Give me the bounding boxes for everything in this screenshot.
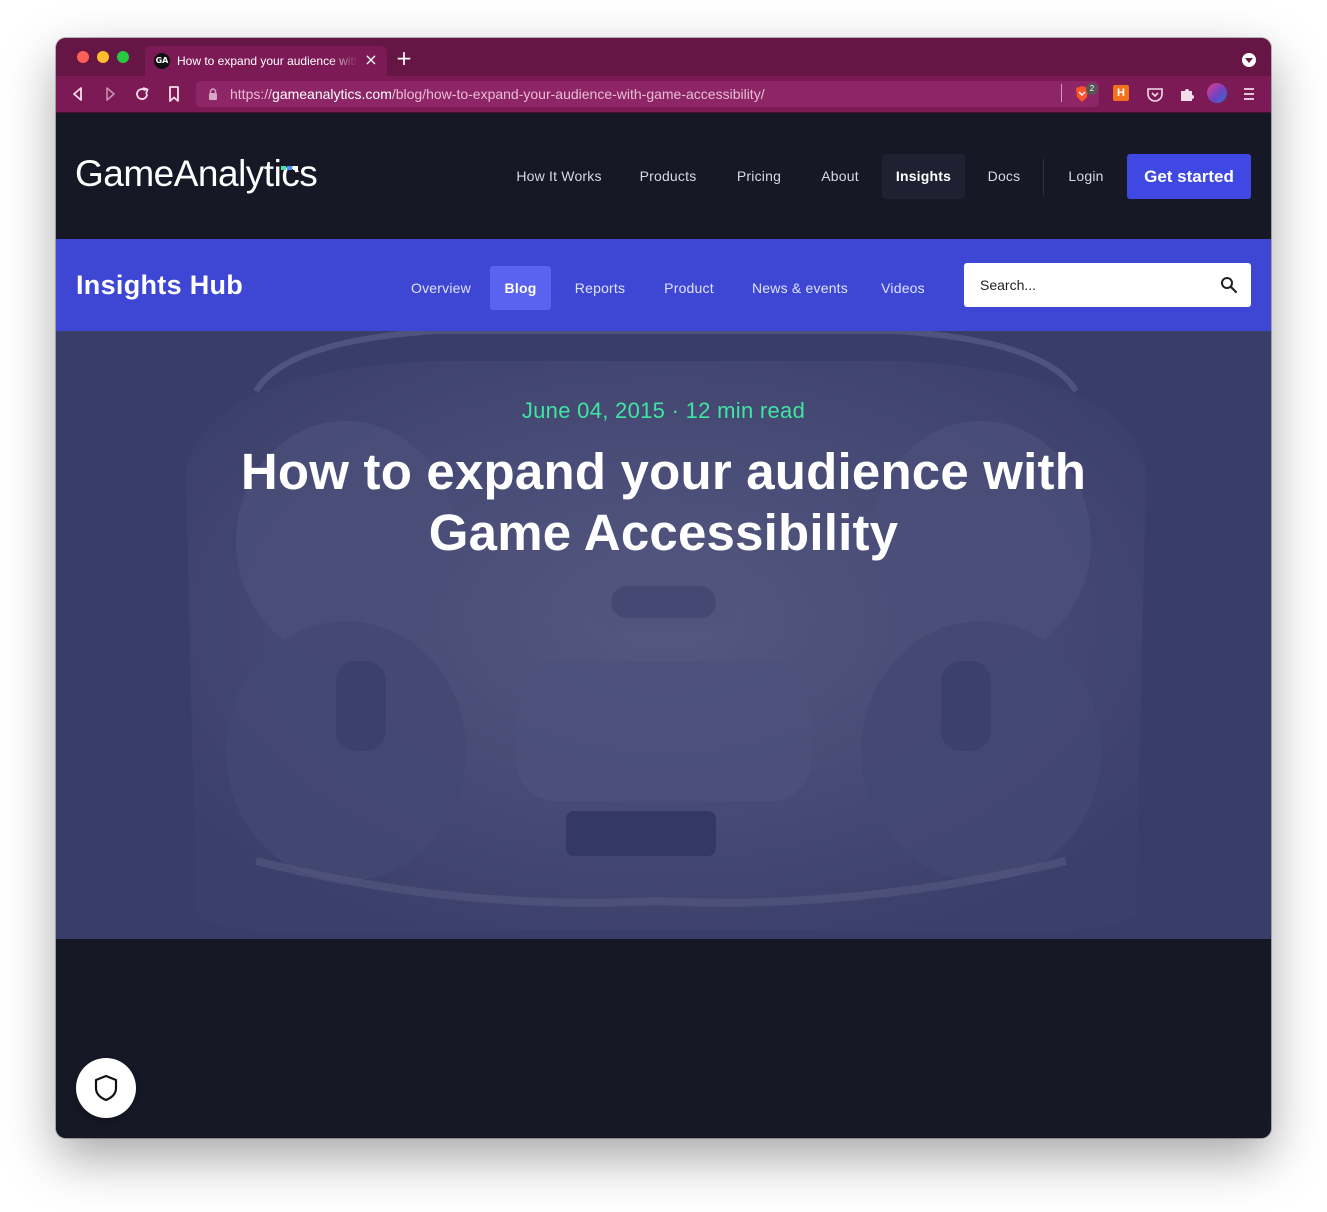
- content-area: [56, 939, 1271, 1138]
- tab-videos[interactable]: Videos: [874, 266, 932, 310]
- reload-icon[interactable]: [132, 84, 152, 104]
- nav-pricing[interactable]: Pricing: [726, 154, 792, 199]
- toolbar-divider: [1061, 84, 1062, 102]
- favicon-icon: GA: [154, 53, 170, 69]
- nav-login[interactable]: Login: [1058, 154, 1114, 199]
- post-meta: June 04, 2015 · 12 min read: [521, 398, 806, 423]
- extensions-icon[interactable]: [1177, 84, 1197, 104]
- nav-divider: [1043, 159, 1044, 195]
- profile-avatar[interactable]: [1207, 83, 1227, 103]
- privacy-settings-button[interactable]: [76, 1058, 136, 1118]
- url-scheme: https://: [230, 86, 273, 102]
- url-host: gameanalytics.com: [272, 86, 392, 102]
- tab-list-dropdown-icon[interactable]: [1242, 53, 1256, 67]
- nav-how-it-works[interactable]: How It Works: [508, 154, 610, 199]
- shields-count-badge: 2: [1086, 83, 1098, 95]
- pocket-icon[interactable]: [1145, 84, 1165, 104]
- insights-hub-title[interactable]: Insights Hub: [76, 270, 243, 301]
- shield-icon: [94, 1074, 118, 1102]
- get-started-button[interactable]: Get started: [1127, 154, 1251, 199]
- address-bar[interactable]: https://gameanalytics.com/blog/how-to-ex…: [196, 81, 1099, 107]
- search-box: [964, 263, 1251, 307]
- insights-bar: Insights Hub Overview Blog Reports Produ…: [56, 239, 1271, 331]
- back-icon[interactable]: [68, 84, 88, 104]
- tab-product[interactable]: Product: [656, 266, 722, 310]
- hero-banner: June 04, 2015 · 12 min read How to expan…: [56, 331, 1271, 939]
- browser-window: GA How to expand your audience with Game…: [56, 38, 1271, 1138]
- search-icon[interactable]: [1220, 276, 1238, 294]
- nav-insights[interactable]: Insights: [882, 154, 965, 199]
- tab-blog[interactable]: Blog: [490, 266, 551, 310]
- tab-news-events[interactable]: News & events: [746, 266, 854, 310]
- new-tab-button[interactable]: +: [395, 48, 413, 68]
- nav-about[interactable]: About: [812, 154, 868, 199]
- nav-products[interactable]: Products: [630, 154, 706, 199]
- maximize-window-button[interactable]: [117, 51, 129, 63]
- nav-docs[interactable]: Docs: [978, 154, 1030, 199]
- search-input[interactable]: [964, 263, 1214, 307]
- url-path: /blog/how-to-expand-your-audience-with-g…: [391, 86, 765, 102]
- lock-icon: [209, 88, 217, 100]
- tab-overview[interactable]: Overview: [405, 266, 477, 310]
- tab-bar: GA How to expand your audience with Game…: [56, 38, 1271, 76]
- post-title: How to expand your audience with Game Ac…: [240, 443, 1087, 561]
- close-window-button[interactable]: [77, 51, 89, 63]
- menu-icon[interactable]: [1239, 84, 1259, 104]
- tab-title: How to expand your audience with Game Ac…: [177, 54, 357, 68]
- extension-h-icon[interactable]: H: [1113, 85, 1129, 101]
- url-text: https://gameanalytics.com/blog/how-to-ex…: [230, 86, 765, 102]
- minimize-window-button[interactable]: [97, 51, 109, 63]
- tab-close-icon[interactable]: ×: [363, 51, 379, 69]
- browser-tab[interactable]: GA How to expand your audience with Game…: [145, 46, 387, 76]
- forward-icon[interactable]: [100, 84, 120, 104]
- tab-reports[interactable]: Reports: [567, 266, 633, 310]
- logo-mark: [281, 157, 299, 170]
- bookmark-icon[interactable]: [164, 84, 184, 104]
- site-header: GameAnalytics How It Works Products Pric…: [56, 113, 1271, 239]
